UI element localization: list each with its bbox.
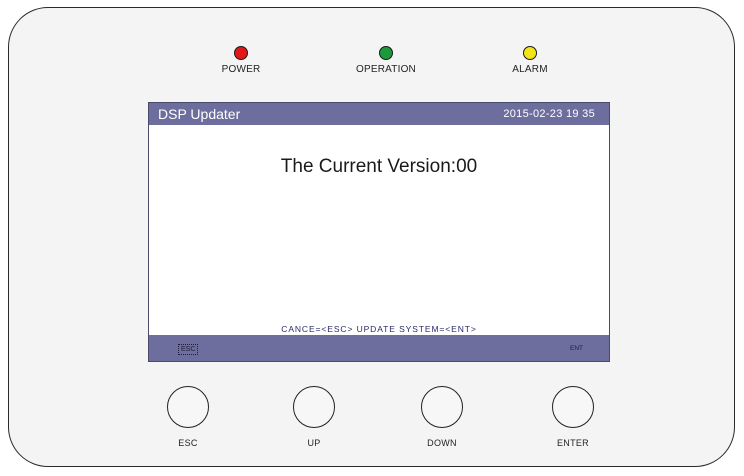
screen-bottom-bar: ESC ENT	[149, 335, 609, 361]
esc-button-group: ESC	[148, 386, 228, 448]
screen-title: DSP Updater	[158, 106, 241, 122]
power-led	[234, 46, 248, 60]
alarm-led	[523, 46, 537, 60]
up-button-group: UP	[274, 386, 354, 448]
down-button[interactable]	[421, 386, 463, 428]
lcd-screen: DSP Updater 2015-02-23 19 35 The Current…	[148, 102, 610, 362]
ent-softkey-label: ENT	[570, 345, 583, 352]
alarm-label: ALARM	[512, 64, 548, 75]
enter-button-group: ENTER	[533, 386, 613, 448]
esc-button-label: ESC	[178, 438, 198, 448]
alarm-indicator: ALARM	[470, 46, 590, 75]
enter-button[interactable]	[552, 386, 594, 428]
operation-led	[379, 46, 393, 60]
up-button[interactable]	[293, 386, 335, 428]
power-indicator: POWER	[181, 46, 301, 75]
operation-indicator: OPERATION	[326, 46, 446, 75]
down-button-label: DOWN	[427, 438, 457, 448]
screen-title-bar: DSP Updater 2015-02-23 19 35	[149, 103, 609, 125]
up-button-label: UP	[307, 438, 321, 448]
key-hint-text: CANCE=<ESC> UPDATE SYSTEM=<ENT>	[281, 324, 477, 334]
enter-button-label: ENTER	[556, 438, 589, 448]
down-button-group: DOWN	[402, 386, 482, 448]
esc-button[interactable]	[167, 386, 209, 428]
screen-datetime: 2015-02-23 19 35	[503, 108, 595, 120]
esc-softkey-label: ESC	[178, 344, 199, 355]
operation-label: OPERATION	[356, 64, 416, 75]
current-version-text: The Current Version:00	[280, 156, 478, 177]
power-label: POWER	[221, 64, 261, 75]
